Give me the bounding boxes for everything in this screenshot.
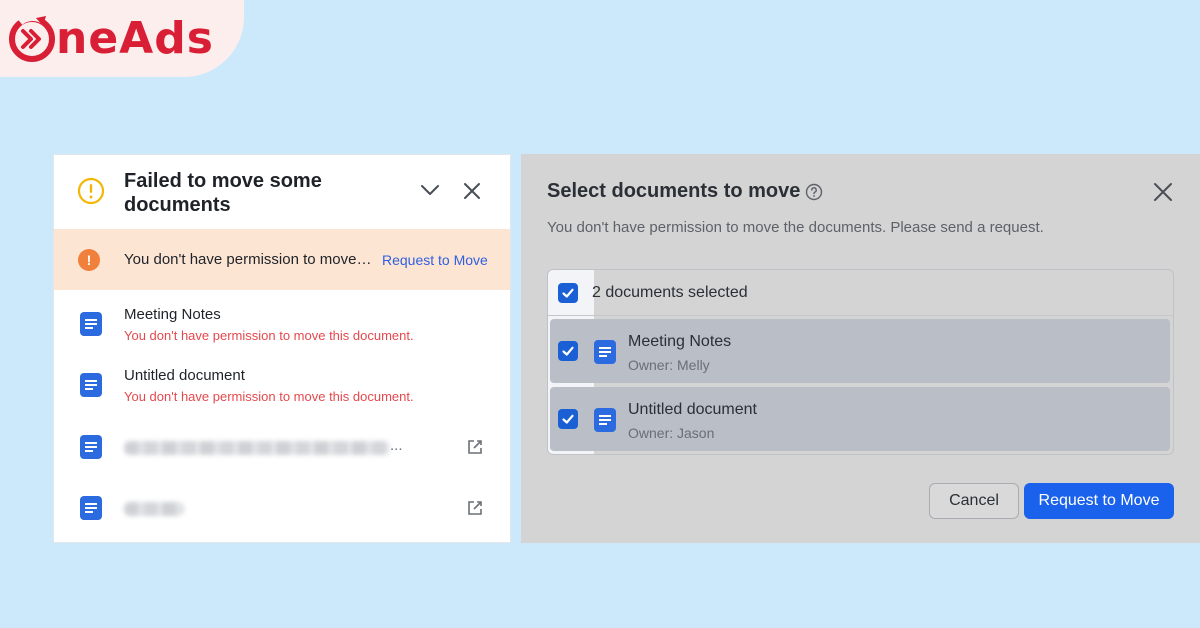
chevron-down-icon[interactable] [420, 183, 440, 197]
close-icon[interactable] [1153, 182, 1173, 202]
redacted-document-name [124, 502, 184, 516]
warning-circle-icon [77, 177, 105, 205]
request-to-move-button[interactable]: Request to Move [1024, 483, 1174, 519]
brand-logo: neAds [0, 0, 244, 77]
table-row[interactable]: Untitled document Owner: Jason [550, 387, 1170, 451]
panel-header: Failed to move some documents [54, 155, 510, 229]
select-all-row[interactable]: 2 documents selected [548, 270, 1173, 316]
panel-title: Failed to move some documents [124, 170, 322, 216]
request-to-move-link[interactable]: Request to Move [382, 252, 488, 268]
document-name: Untitled document [628, 401, 757, 418]
document-name: Meeting Notes [124, 306, 221, 323]
document-selection-list: 2 documents selected Meeting Notes Owner… [547, 269, 1174, 455]
document-owner: Owner: Melly [628, 357, 710, 373]
select-documents-dialog: Select documents to move You don't have … [521, 154, 1200, 543]
oneads-logo-icon [9, 13, 55, 62]
cancel-button[interactable]: Cancel [929, 483, 1019, 519]
move-failed-panel: Failed to move some documents ! You don'… [53, 154, 511, 543]
brand-name: neAds [56, 12, 214, 64]
help-icon[interactable] [805, 183, 823, 201]
select-all-checkbox[interactable] [558, 283, 578, 303]
document-name: Untitled document [124, 367, 245, 384]
row-checkbox[interactable] [558, 341, 578, 361]
dialog-subtitle: You don't have permission to move the do… [547, 219, 1044, 236]
error-circle-icon: ! [78, 249, 100, 271]
document-name: Meeting Notes [628, 333, 732, 350]
document-icon [80, 373, 102, 397]
document-icon [594, 340, 616, 364]
document-icon [80, 496, 102, 520]
document-icon [80, 312, 102, 336]
selection-count: 2 documents selected [592, 284, 748, 301]
document-error: You don't have permission to move this d… [124, 328, 414, 343]
table-row[interactable]: Meeting Notes Owner: Melly [550, 319, 1170, 383]
document-icon [80, 435, 102, 459]
document-owner: Owner: Jason [628, 425, 715, 441]
open-external-icon[interactable] [466, 499, 484, 517]
list-item[interactable]: ... [54, 417, 510, 477]
row-checkbox[interactable] [558, 409, 578, 429]
truncation-ellipsis: ... [390, 437, 403, 454]
list-item[interactable]: Meeting Notes You don't have permission … [54, 290, 510, 350]
list-item[interactable] [54, 478, 510, 538]
checkmark-icon [562, 414, 574, 424]
permission-banner: ! You don't have permission to move the … [54, 229, 510, 290]
checkmark-icon [562, 288, 574, 298]
banner-message: You don't have permission to move the do… [124, 251, 374, 268]
document-error: You don't have permission to move this d… [124, 389, 414, 404]
dialog-title: Select documents to move [547, 180, 801, 202]
redacted-document-name [124, 441, 390, 455]
close-icon[interactable] [463, 182, 481, 200]
open-external-icon[interactable] [466, 438, 484, 456]
list-item[interactable]: Untitled document You don't have permiss… [54, 351, 510, 411]
document-icon [594, 408, 616, 432]
checkmark-icon [562, 346, 574, 356]
